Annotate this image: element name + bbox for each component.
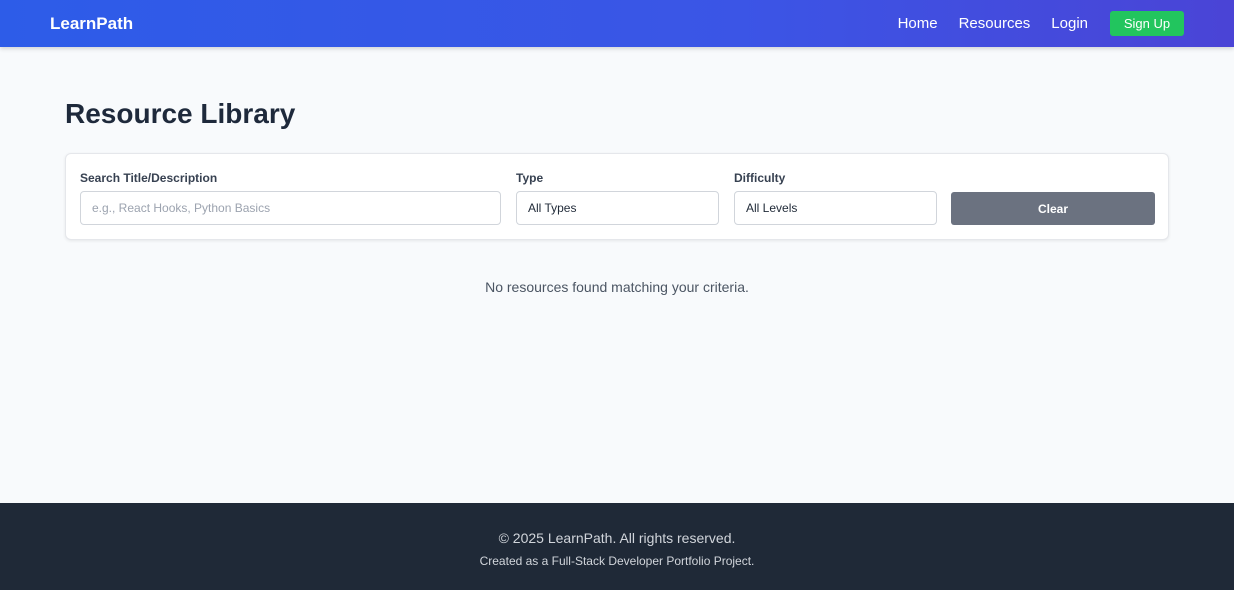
type-label: Type [516,171,544,185]
nav-links: Home Resources Login Sign Up [898,11,1184,36]
difficulty-select-value: All Levels [746,201,798,215]
footer: © 2025 LearnPath. All rights reserved. C… [0,503,1234,590]
difficulty-label: Difficulty [734,171,786,185]
difficulty-select[interactable]: All Levels [734,191,937,225]
clear-button[interactable]: Clear [951,192,1155,225]
search-label: Search Title/Description [80,171,218,185]
signup-button[interactable]: Sign Up [1110,11,1184,36]
filter-panel: Search Title/Description Type All Types … [65,153,1169,240]
nav-link-login[interactable]: Login [1051,15,1088,32]
nav-link-home[interactable]: Home [898,15,938,32]
footer-copyright: © 2025 LearnPath. All rights reserved. [498,530,736,546]
search-input[interactable] [80,191,501,225]
nav-link-resources[interactable]: Resources [959,15,1031,32]
type-select[interactable]: All Types [516,191,719,225]
empty-results-message: No resources found matching your criteri… [485,279,749,295]
footer-tagline: Created as a Full-Stack Developer Portfo… [479,554,755,568]
navbar: LearnPath Home Resources Login Sign Up [0,0,1234,47]
brand-logo[interactable]: LearnPath [50,14,133,34]
page-title: Resource Library [65,98,296,129]
type-select-value: All Types [528,201,577,215]
